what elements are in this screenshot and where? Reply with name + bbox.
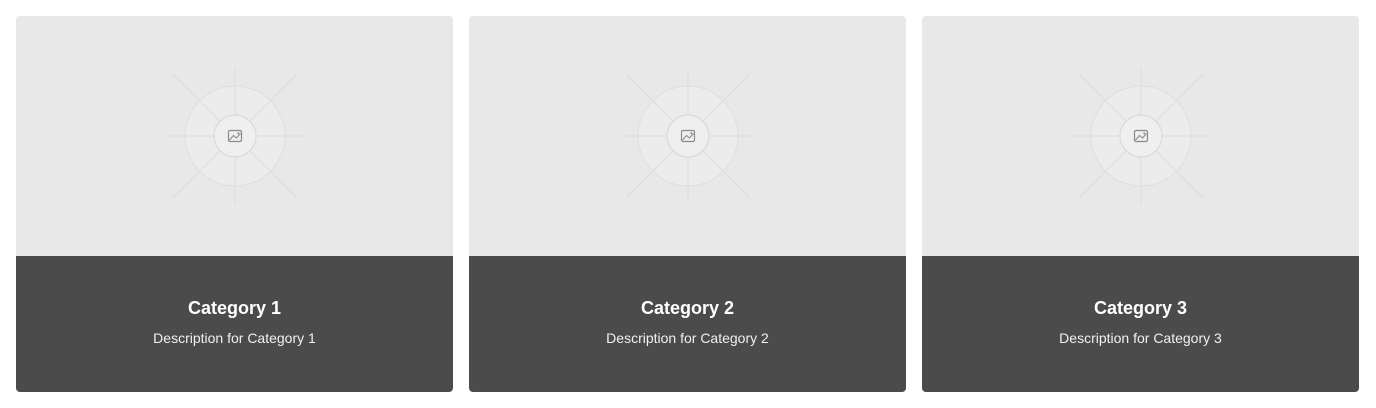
image-placeholder-icon <box>1072 68 1209 204</box>
category-card[interactable]: Category 1 Description for Category 1 <box>16 16 453 392</box>
image-placeholder-icon <box>166 68 303 204</box>
card-title: Category 1 <box>187 298 282 318</box>
card-description: Description for Category 2 <box>606 330 769 346</box>
category-card-grid: Category 1 Description for Category 1 Ca… <box>16 16 1359 392</box>
card-title: Category 2 <box>640 298 735 318</box>
card-image-placeholder <box>469 16 906 256</box>
image-placeholder-icon <box>619 68 756 204</box>
card-body: Category 1 Description for Category 1 <box>16 256 453 392</box>
card-image-placeholder <box>16 16 453 256</box>
card-body: Category 2 Description for Category 2 <box>469 256 906 392</box>
card-description: Description for Category 3 <box>1059 330 1222 346</box>
category-card[interactable]: Category 3 Description for Category 3 <box>922 16 1359 392</box>
card-body: Category 3 Description for Category 3 <box>922 256 1359 392</box>
card-title: Category 3 <box>1093 298 1188 318</box>
category-card[interactable]: Category 2 Description for Category 2 <box>469 16 906 392</box>
card-image-placeholder <box>922 16 1359 256</box>
card-description: Description for Category 1 <box>153 330 316 346</box>
